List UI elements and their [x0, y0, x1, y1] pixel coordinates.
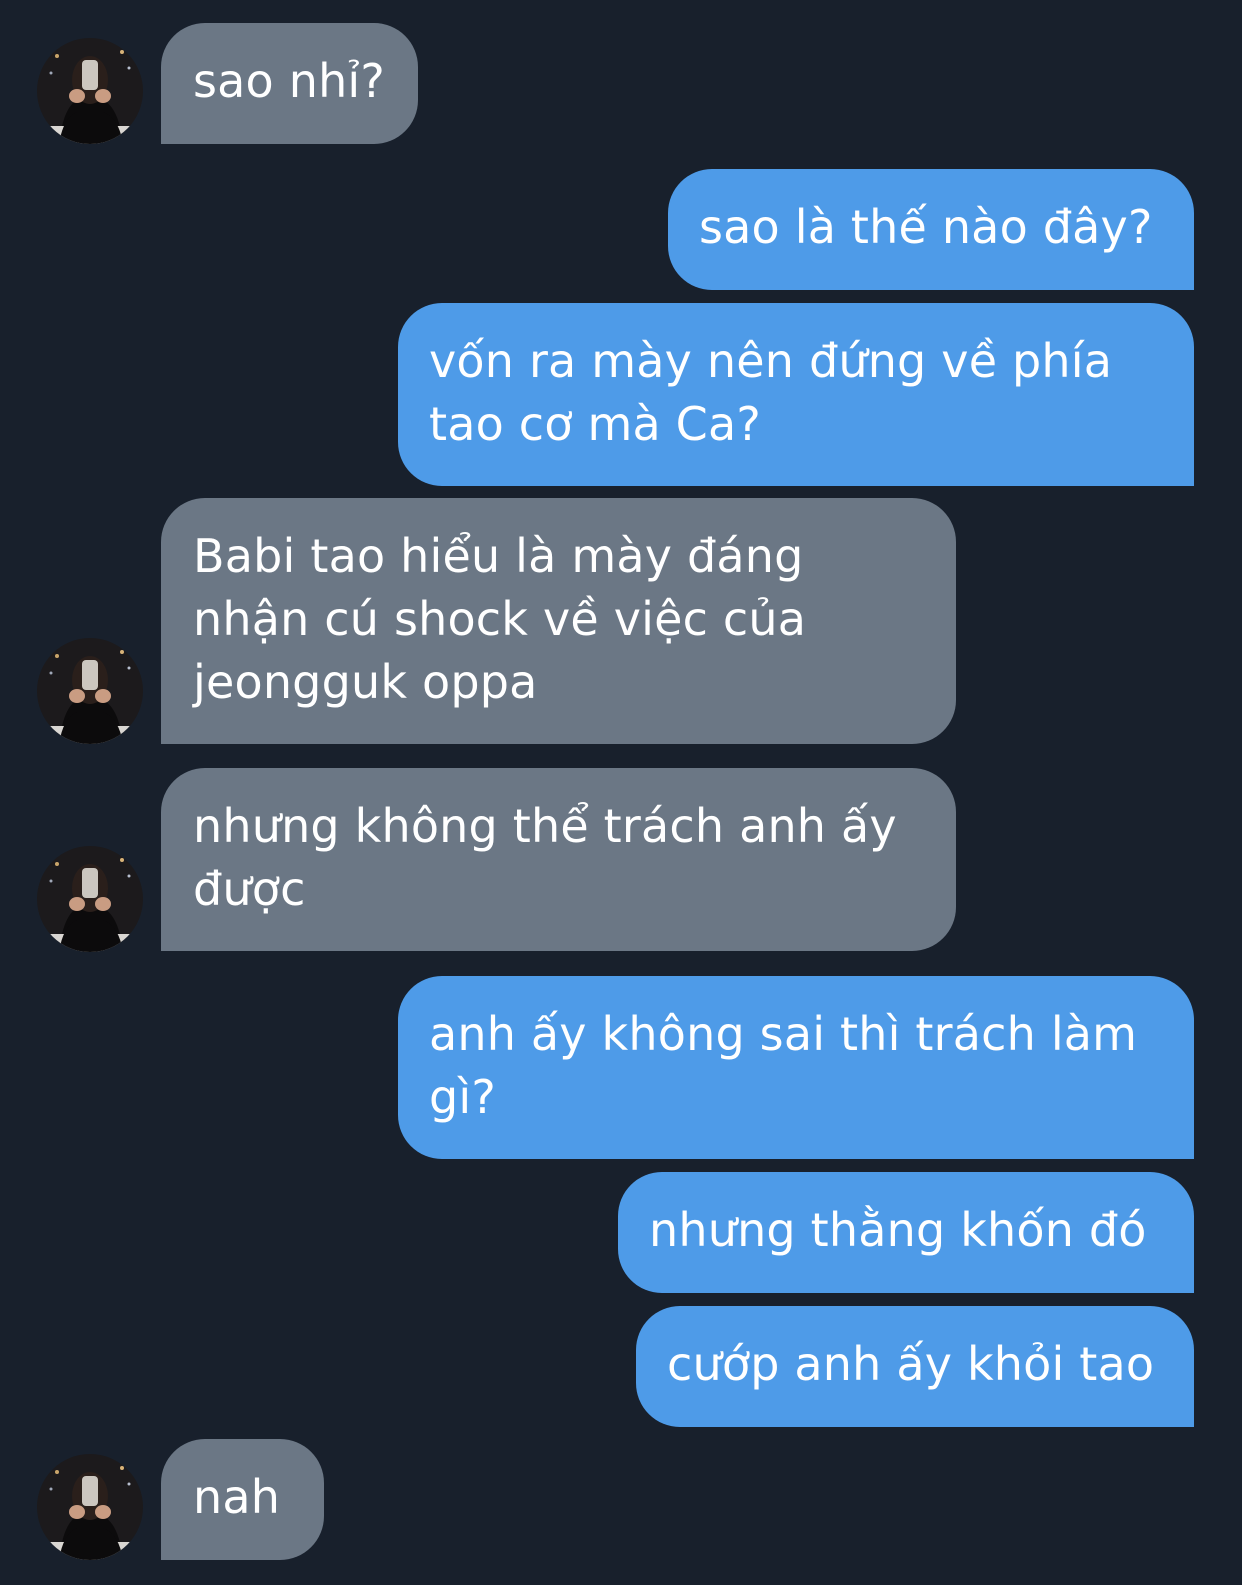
contact-avatar-photo-icon	[37, 1454, 143, 1560]
contact-avatar-photo-icon	[37, 638, 143, 744]
message-bubble-outgoing[interactable]: anh ấy không sai thì trách làm gì?	[398, 976, 1194, 1159]
message-bubble-incoming[interactable]: sao nhỉ?	[161, 23, 418, 144]
message-bubble-outgoing[interactable]: sao là thế nào đây?	[668, 169, 1194, 290]
message-bubble-incoming[interactable]: Babi tao hiểu là mày đáng nhận cú shock …	[161, 498, 956, 744]
message-bubble-incoming[interactable]: nah	[161, 1439, 324, 1560]
contact-avatar[interactable]	[37, 846, 143, 952]
contact-avatar[interactable]	[37, 638, 143, 744]
contact-avatar[interactable]	[37, 38, 143, 144]
contact-avatar[interactable]	[37, 1454, 143, 1560]
contact-avatar-photo-icon	[37, 846, 143, 952]
message-bubble-outgoing[interactable]: cướp anh ấy khỏi tao	[636, 1306, 1194, 1427]
message-bubble-incoming[interactable]: nhưng không thể trách anh ấy được	[161, 768, 956, 951]
message-bubble-outgoing[interactable]: nhưng thằng khốn đó	[618, 1172, 1194, 1293]
message-bubble-outgoing[interactable]: vốn ra mày nên đứng về phía tao cơ mà Ca…	[398, 303, 1194, 486]
contact-avatar-photo-icon	[37, 38, 143, 144]
